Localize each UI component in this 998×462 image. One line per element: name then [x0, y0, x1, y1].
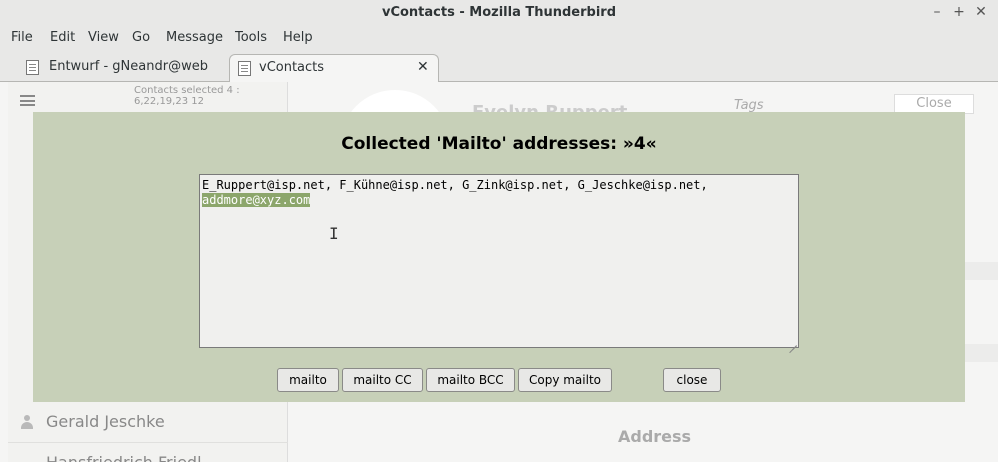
- maximize-icon[interactable]: +: [951, 4, 967, 20]
- menu-go[interactable]: Go: [132, 30, 150, 45]
- window-titlebar[interactable]: vContacts - Mozilla Thunderbird – + ✕: [0, 0, 998, 26]
- mailto-button[interactable]: mailto: [277, 368, 339, 392]
- dialog-heading: Collected 'Mailto' addresses: »4«: [341, 134, 657, 154]
- tags-field[interactable]: Tags: [734, 98, 764, 113]
- hamburger-menu-icon[interactable]: [20, 95, 35, 106]
- menu-message[interactable]: Message: [166, 30, 223, 45]
- contact-list-item[interactable]: Hansfriedrich Friedl: [8, 443, 288, 462]
- tab-vcontacts-label: vContacts: [259, 60, 325, 75]
- addresses-text: E_Ruppert@isp.net, F_Kühne@isp.net, G_Zi…: [202, 178, 708, 192]
- selection-info: Contacts selected 4 : 6,22,19,23 12: [134, 85, 240, 107]
- contact-list-item[interactable]: Gerald Jeschke: [8, 402, 288, 443]
- tab-draft-label: Entwurf - gNeandr@web: [49, 59, 208, 74]
- document-icon: [26, 60, 39, 75]
- text-cursor-icon: I: [329, 224, 339, 243]
- selected-address-text: addmore@xyz.com: [202, 193, 311, 207]
- addresses-textarea[interactable]: E_Ruppert@isp.net, F_Kühne@isp.net, G_Zi…: [199, 174, 799, 348]
- mailto-cc-button[interactable]: mailto CC: [342, 368, 423, 392]
- tab-draft[interactable]: Entwurf - gNeandr@web: [12, 54, 224, 82]
- dialog-close-button[interactable]: close: [663, 368, 721, 392]
- tab-vcontacts[interactable]: vContacts ✕: [229, 54, 439, 82]
- tab-bar: Entwurf - gNeandr@web vContacts ✕: [0, 50, 998, 82]
- menu-file[interactable]: File: [11, 30, 33, 45]
- person-icon: [20, 415, 34, 429]
- contact-name: Gerald Jeschke: [46, 412, 165, 431]
- menu-view[interactable]: View: [88, 30, 119, 45]
- menu-edit[interactable]: Edit: [50, 30, 75, 45]
- contact-name: Hansfriedrich Friedl: [46, 453, 202, 462]
- tab-close-icon[interactable]: ✕: [417, 59, 429, 75]
- address-section-heading: Address: [618, 427, 692, 446]
- mailto-bcc-button[interactable]: mailto BCC: [426, 368, 515, 392]
- detail-close-button[interactable]: Close: [894, 94, 974, 114]
- mailto-collector-dialog: Collected 'Mailto' addresses: »4« E_Rupp…: [33, 112, 965, 402]
- menu-help[interactable]: Help: [283, 30, 313, 45]
- resize-handle-icon[interactable]: [787, 336, 797, 346]
- window-close-icon[interactable]: ✕: [973, 4, 989, 20]
- copy-mailto-button[interactable]: Copy mailto: [518, 368, 612, 392]
- menu-tools[interactable]: Tools: [235, 30, 267, 45]
- window-title: vContacts - Mozilla Thunderbird: [381, 5, 617, 20]
- menu-bar: File Edit View Go Message Tools Help: [0, 26, 998, 50]
- document-icon: [238, 61, 251, 76]
- minimize-icon[interactable]: –: [929, 4, 945, 20]
